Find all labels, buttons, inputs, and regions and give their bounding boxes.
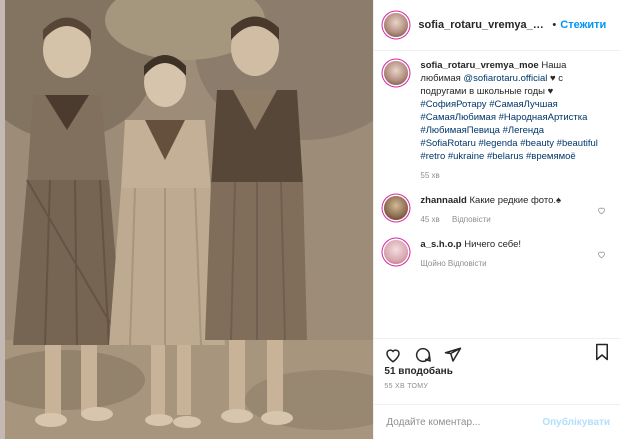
comment-meta: 45 хв Відповісти bbox=[420, 213, 600, 226]
comment-icon[interactable] bbox=[414, 346, 432, 364]
share-icon[interactable] bbox=[444, 346, 462, 364]
header-separator: • bbox=[552, 19, 557, 31]
add-comment-bar: Опублікувати bbox=[374, 404, 620, 439]
comment-time: 45 хв bbox=[420, 215, 440, 224]
post-header: sofia_rotaru_vremya_moe • Стежити bbox=[374, 0, 620, 51]
caption-time: 55 хв bbox=[420, 171, 440, 180]
caption-username[interactable]: sofia_rotaru_vremya_moe bbox=[420, 60, 538, 71]
comment-input[interactable] bbox=[384, 416, 543, 429]
comment-body: a_s.h.o.p Ничего себе! Щойно Відповісти bbox=[420, 238, 600, 270]
comment-username[interactable]: a_s.h.o.p bbox=[420, 239, 461, 250]
commenter-avatar[interactable] bbox=[384, 240, 409, 264]
like-comment-icon[interactable] bbox=[597, 206, 606, 215]
like-comment-icon[interactable] bbox=[597, 250, 606, 259]
comment-username[interactable]: zhannaald bbox=[420, 195, 466, 206]
heart-icon[interactable] bbox=[384, 346, 402, 364]
caption-hashtags[interactable]: #СофияРотару #СамаяЛучшая #СамаяЛюбимая … bbox=[420, 99, 597, 162]
comment-body: zhannaald Какие редкие фото.♠ 45 хв Відп… bbox=[420, 194, 600, 226]
post-photo[interactable] bbox=[5, 0, 374, 439]
comment: a_s.h.o.p Ничего себе! Щойно Відповісти bbox=[384, 238, 610, 270]
author-username[interactable]: sofia_rotaru_vremya_moe bbox=[418, 19, 548, 31]
caption-avatar[interactable] bbox=[384, 61, 409, 85]
comment: zhannaald Какие редкие фото.♠ 45 хв Відп… bbox=[384, 194, 610, 226]
author-avatar[interactable] bbox=[384, 13, 409, 37]
comment-meta: Щойно Відповісти bbox=[420, 257, 600, 270]
comment-text: Ничего себе! bbox=[464, 239, 521, 250]
comment-text: Какие редкие фото.♠ bbox=[469, 195, 562, 206]
caption-mention[interactable]: @sofiarotaru.official bbox=[463, 73, 547, 84]
publish-button[interactable]: Опублікувати bbox=[542, 417, 610, 428]
caption-meta: 55 хв bbox=[420, 169, 600, 182]
caption: sofia_rotaru_vremya_moe Наша любимая @so… bbox=[384, 59, 610, 182]
post-time: 55 ХВ ТОМУ bbox=[384, 383, 429, 390]
vintage-photo-illustration bbox=[5, 0, 374, 439]
reply-button[interactable]: Відповісти bbox=[452, 215, 491, 224]
post-dialog: sofia_rotaru_vremya_moe • Стежити sofia_… bbox=[5, 0, 620, 439]
comments-list: sofia_rotaru_vremya_moe Наша любимая @so… bbox=[374, 51, 620, 321]
commenter-avatar[interactable] bbox=[384, 196, 409, 220]
bookmark-icon[interactable] bbox=[594, 343, 610, 361]
post-sidebar: sofia_rotaru_vremya_moe • Стежити sofia_… bbox=[373, 0, 620, 439]
action-bar bbox=[374, 338, 620, 363]
reply-button[interactable]: Щойно Відповісти bbox=[420, 259, 486, 268]
likes-count[interactable]: 51 вподобань bbox=[384, 366, 452, 377]
caption-body: sofia_rotaru_vremya_moe Наша любимая @so… bbox=[420, 59, 600, 182]
follow-button[interactable]: Стежити bbox=[560, 19, 606, 31]
